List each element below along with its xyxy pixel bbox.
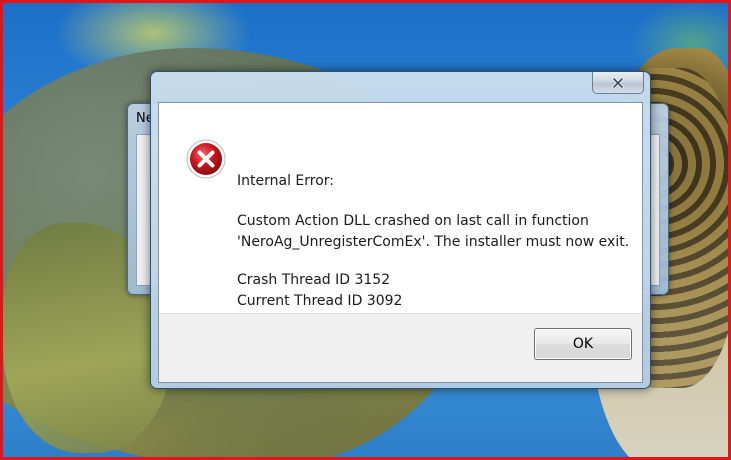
- current-thread-id: Current Thread ID 3092: [237, 293, 403, 309]
- close-icon: [612, 77, 624, 88]
- message-area: Internal Error: Custom Action DLL crashe…: [159, 103, 642, 314]
- error-heading: Internal Error:: [237, 173, 335, 189]
- error-icon: [186, 139, 226, 179]
- dialog-client-area: Internal Error: Custom Action DLL crashe…: [158, 102, 643, 383]
- error-dialog: Internal Error: Custom Action DLL crashe…: [150, 71, 651, 389]
- error-message-line-2: 'NeroAg_UnregisterComEx'. The installer …: [237, 234, 630, 250]
- crash-thread-id: Crash Thread ID 3152: [237, 272, 391, 288]
- ok-button[interactable]: OK: [534, 328, 632, 360]
- close-button[interactable]: [592, 72, 644, 94]
- error-message-line-1: Custom Action DLL crashed on last call i…: [237, 213, 589, 229]
- dialog-footer: OK: [159, 313, 642, 382]
- desktop: Ne Internal Error: Custom Action DLL cra…: [0, 0, 731, 460]
